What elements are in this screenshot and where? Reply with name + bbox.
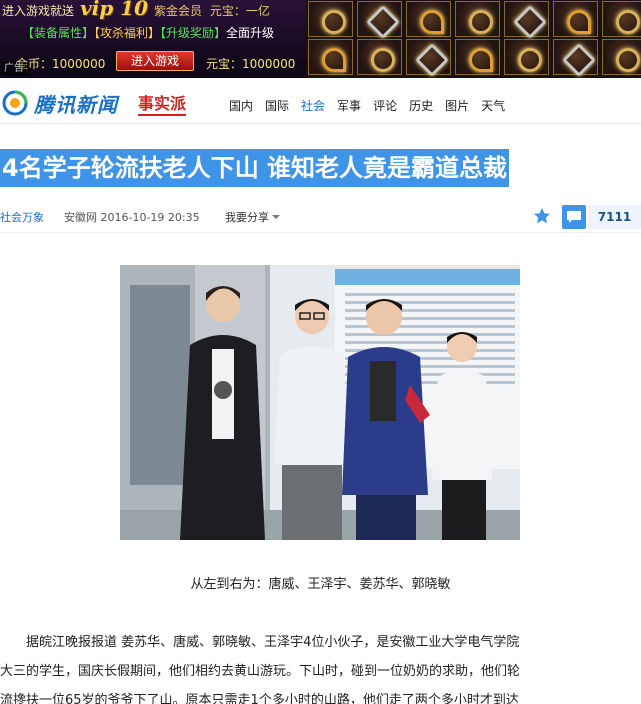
article-title: 4名学子轮流扶老人下山 谁知老人竟是霸道总裁 — [0, 149, 510, 187]
nav-item-international[interactable]: 国际 — [265, 97, 289, 114]
yuanbao-label: 元宝：1000000 — [206, 57, 296, 71]
body-line-1: 据皖江晚报报道 姜苏华、唐威、郭晓敏、王泽宇4位小伙子，是安徽工业大学电气学院 — [26, 635, 520, 650]
body-line-2: 大三的学生，国庆长假期间，他们相约去黄山游玩。下山时，碰到一位奶奶的求助，他们轮 — [0, 664, 521, 679]
yuanbao-top: 元宝：一亿 — [209, 4, 270, 18]
ad-tag-1: 【装备属性】 — [22, 26, 95, 40]
article-body: 据皖江晚报报道 姜苏华、唐威、郭晓敏、王泽宇4位小伙子，是安徽工业大学电气学院 … — [0, 628, 641, 704]
ad-currency-row: 金币：1000000 进入游戏 元宝：1000000 — [0, 50, 306, 74]
ad-tag-2: 【攻杀福利】 — [94, 26, 161, 40]
ad-item-icon — [357, 1, 402, 37]
photo-caption: 从左到右为：唐威、王泽宇、姜苏华、郭晓敏 — [190, 577, 451, 592]
comment-count: 7111 — [588, 205, 641, 229]
comment-button[interactable]: 7111 — [562, 205, 641, 229]
nav-item-commentary[interactable]: 评论 — [373, 97, 397, 114]
ad-item-icon — [308, 39, 353, 75]
ad-headline: 进入游戏就送 vip 10 紫金会员 元宝：一亿 — [2, 0, 270, 20]
ad-item-icon — [406, 39, 451, 75]
channel-link[interactable]: 社会万象 — [0, 209, 44, 225]
ad-item-icon — [455, 1, 500, 37]
section-logo-shishipai[interactable]: 事实派 — [138, 90, 187, 116]
favorite-star-icon[interactable] — [533, 207, 551, 225]
gold-label: 金币：1000000 — [16, 57, 106, 71]
ad-item-icon — [455, 39, 500, 75]
nav-item-history[interactable]: 历史 — [409, 97, 433, 114]
main-nav: 国内 国际 社会 军事 评论 历史 图片 天气 — [229, 97, 505, 114]
nav-item-domestic[interactable]: 国内 — [229, 97, 253, 114]
ad-tag-3: 【升级奖励】 — [160, 26, 227, 40]
nav-item-society[interactable]: 社会 — [301, 97, 325, 114]
site-logo-text[interactable]: 腾讯新闻 — [34, 89, 118, 118]
ad-item-icon — [553, 39, 598, 75]
group-photo-illustration — [120, 265, 520, 540]
ad-top-line: 进入游戏就送 — [2, 4, 75, 18]
nav-item-weather[interactable]: 天气 — [481, 97, 505, 114]
ad-left-panel: 进入游戏就送 vip 10 紫金会员 元宝：一亿 【装备属性】【攻杀福利】【升级奖励… — [0, 0, 306, 78]
ad-item-icon — [308, 1, 353, 37]
source-and-time: 安徽网 2016-10-19 20:35 — [64, 211, 200, 224]
comment-bubble-icon — [562, 205, 586, 229]
ad-tag-4: 全面升级 — [226, 26, 275, 40]
ad-item-grid — [308, 1, 641, 75]
member-label: 紫金会员 — [154, 4, 203, 18]
tencent-news-logo-icon[interactable] — [2, 90, 28, 116]
nav-item-photos[interactable]: 图片 — [445, 97, 469, 114]
ad-item-icon — [406, 1, 451, 37]
ad-item-icon — [504, 1, 549, 37]
share-dropdown[interactable]: 我要分享 — [225, 209, 280, 225]
nav-item-military[interactable]: 军事 — [337, 97, 361, 114]
enter-game-button[interactable]: 进入游戏 — [116, 51, 194, 71]
article-photo — [120, 265, 520, 540]
ad-item-icon — [357, 39, 402, 75]
body-line-3: 流搀扶一位65岁的爷爷下了山。原本只需走1个多小时的山路，他们走了两个多小时才到… — [0, 693, 519, 704]
ad-item-icon — [602, 39, 641, 75]
ad-item-icon — [553, 1, 598, 37]
game-ad-banner[interactable]: 进入游戏就送 vip 10 紫金会员 元宝：一亿 【装备属性】【攻杀福利】【升级奖励… — [0, 0, 641, 78]
meta-divider — [0, 232, 641, 233]
ad-item-grid-panel — [306, 0, 641, 78]
site-header: 腾讯新闻 事实派 国内 国际 社会 军事 评论 历史 图片 天气 — [0, 84, 641, 124]
vip-label: vip 10 — [80, 0, 149, 20]
ad-tags: 【装备属性】【攻杀福利】【升级奖励】全面升级 — [22, 24, 274, 41]
ad-item-icon — [504, 39, 549, 75]
ad-tag: 广告 — [2, 62, 26, 75]
ad-item-icon — [602, 1, 641, 37]
